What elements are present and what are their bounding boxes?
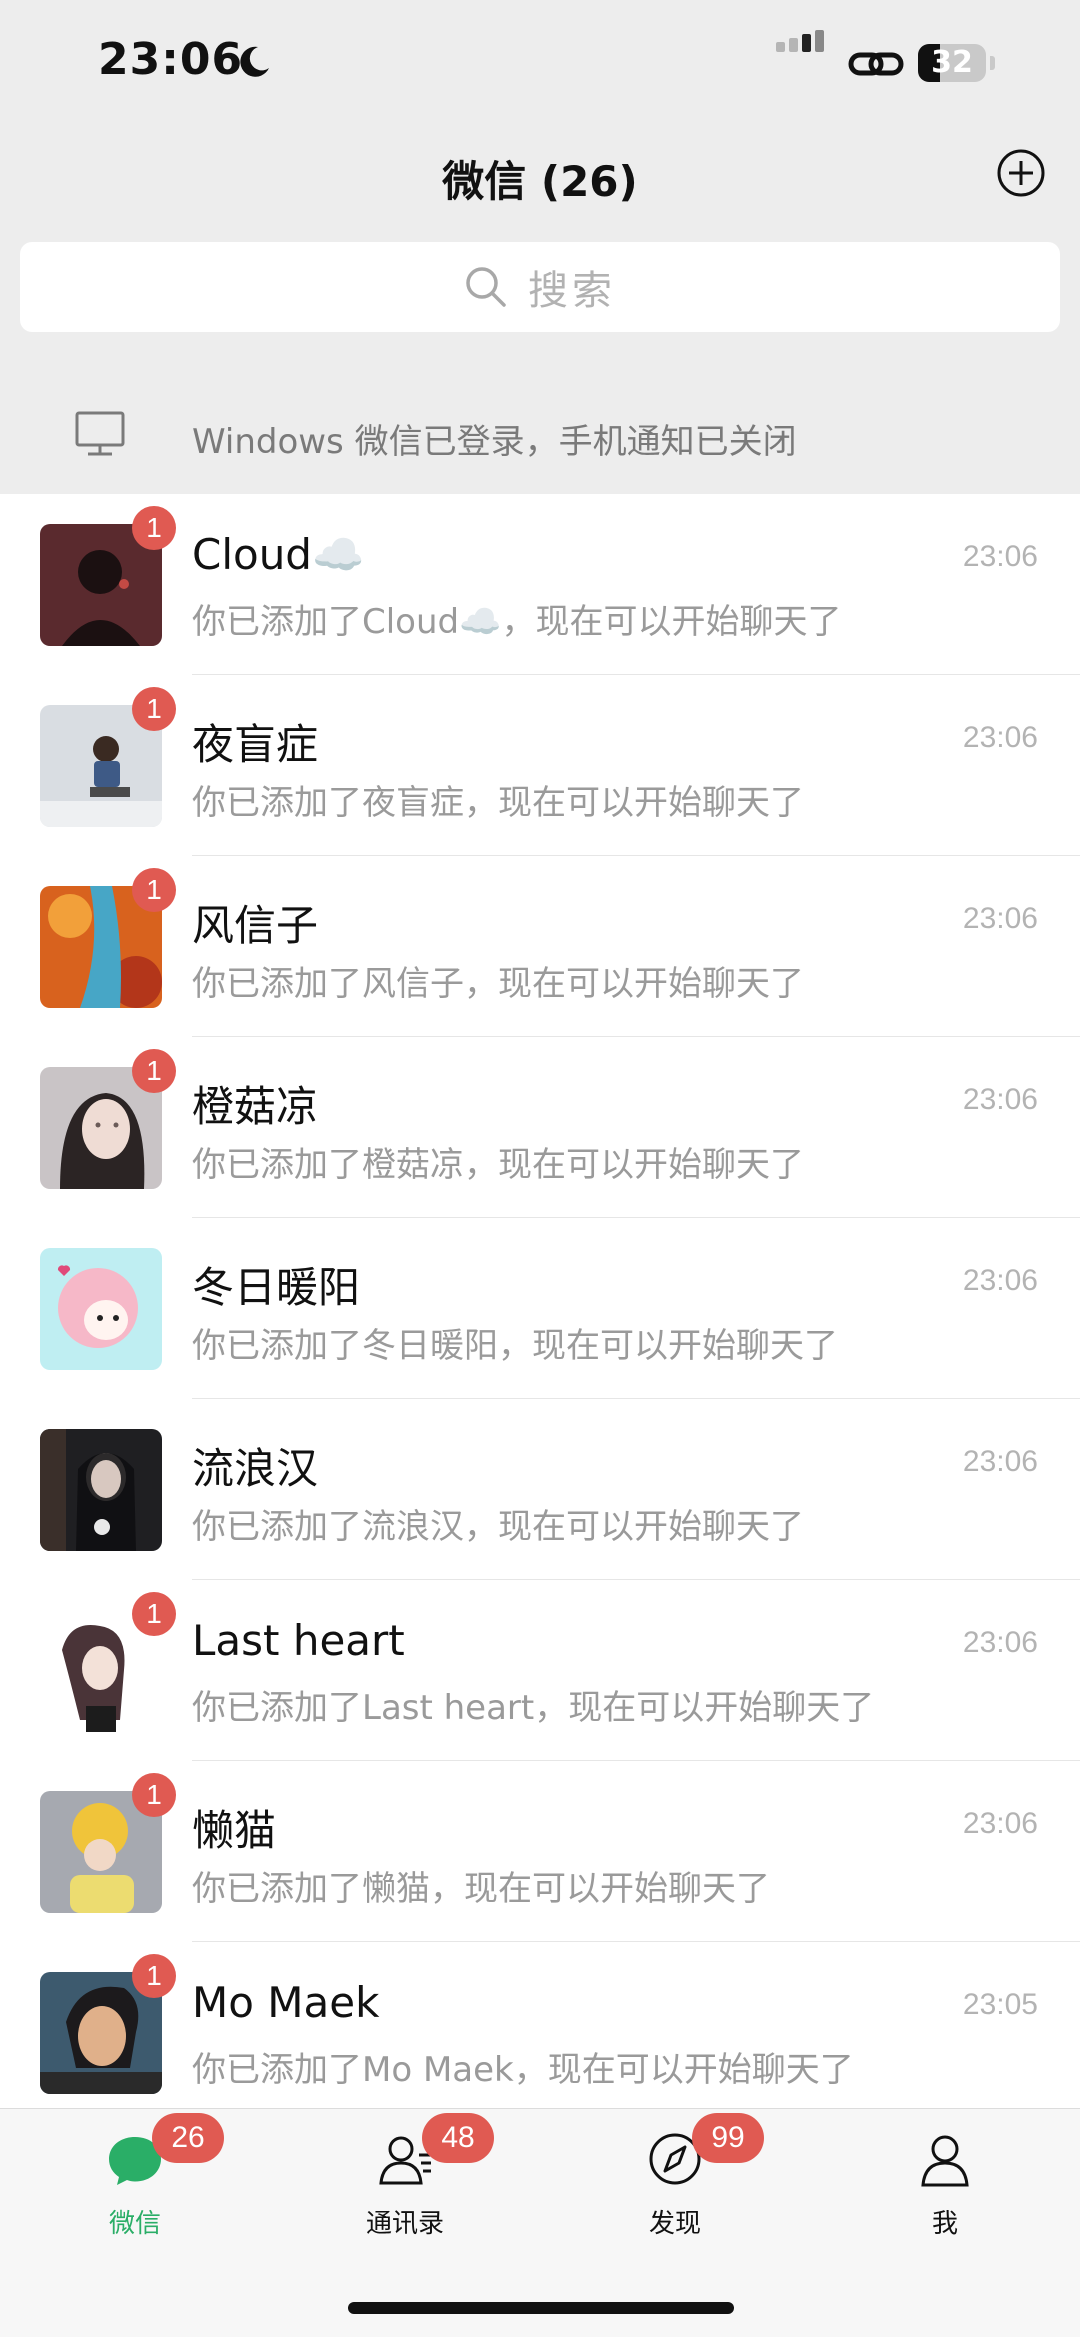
chat-row[interactable]: 1 Mo Maek 23:05 你已添加了Mo Maek，现在可以开始聊天了 [0,1942,1080,2108]
chat-time: 23:06 [962,721,1038,754]
chat-row[interactable]: 1 橙菇凉 23:06 你已添加了橙菇凉，现在可以开始聊天了 [0,1037,1080,1218]
chat-name: 冬日暖阳 [192,1263,361,1312]
tab-badge: 99 [692,2113,764,2163]
avatar[interactable] [40,1429,162,1551]
unread-badge: 1 [132,1049,176,1093]
person-icon [921,2135,969,2187]
chat-name: 风信子 [192,901,319,950]
search-bar[interactable]: 搜索 [20,242,1060,332]
chat-name: 流浪汉 [192,1444,319,1493]
chat-time: 23:06 [962,1445,1038,1478]
moon-icon [240,46,269,77]
chat-time: 23:06 [962,1807,1038,1840]
unread-badge: 1 [132,1773,176,1817]
search-icon [466,267,506,307]
chat-time: 23:06 [962,540,1038,573]
chat-time: 23:06 [962,902,1038,935]
nav-bar: 微信 (26) [0,130,1080,220]
chat-row[interactable]: 1 Last heart 23:06 你已添加了Last heart，现在可以开始聊天… [0,1580,1080,1761]
unread-badge: 1 [132,1592,176,1636]
avatar[interactable] [40,1248,162,1370]
add-plus-icon[interactable] [996,148,1046,198]
chat-name: Last heart [192,1616,405,1665]
status-time: 23:06 [98,34,244,85]
tab-label: 我 [931,2209,958,2239]
status-bar: 23:06 32 [0,0,1080,120]
chat-preview: 你已添加了冬日暖阳，现在可以开始聊天了 [192,1326,838,1366]
chat-name: 橙菇凉 [192,1082,319,1131]
avatar-image [40,1429,162,1551]
unread-badge: 1 [132,868,176,912]
chat-preview: 你已添加了Cloud☁️，现在可以开始聊天了 [192,602,842,642]
chat-time: 23:06 [962,1083,1038,1116]
chat-row[interactable]: 冬日暖阳 23:06 你已添加了冬日暖阳，现在可以开始聊天了 [0,1218,1080,1399]
chat-row[interactable]: 1 夜盲症 23:06 你已添加了夜盲症，现在可以开始聊天了 [0,675,1080,856]
chat-name: Mo Maek [192,1978,380,2027]
chat-row[interactable]: 1 Cloud☁️ 23:06 你已添加了Cloud☁️，现在可以开始聊天了 [0,494,1080,675]
personal-hotspot-icon [848,52,904,76]
chat-name: Cloud☁️ [192,530,365,579]
chat-preview: 你已添加了Mo Maek，现在可以开始聊天了 [192,2050,854,2090]
tab-label: 微信 [108,2209,161,2239]
chat-preview: 你已添加了夜盲症，现在可以开始聊天了 [192,783,804,823]
tab-badge: 26 [152,2113,224,2163]
chat-preview: 你已添加了橙菇凉，现在可以开始聊天了 [192,1145,804,1185]
chat-row[interactable]: 1 风信子 23:06 你已添加了风信子，现在可以开始聊天了 [0,856,1080,1037]
page-title: 微信 (26) [442,157,638,206]
login-notice-text: Windows 微信已登录，手机通知已关闭 [192,422,797,462]
battery-icon: 32 [918,44,986,82]
tab-contacts[interactable]: 通讯录 48 [270,2109,540,2249]
chat-time: 23:06 [962,1264,1038,1297]
unread-badge: 1 [132,687,176,731]
chat-preview: 你已添加了流浪汉，现在可以开始聊天了 [192,1507,804,1547]
chat-row[interactable]: 流浪汉 23:06 你已添加了流浪汉，现在可以开始聊天了 [0,1399,1080,1580]
battery-nub [990,56,995,70]
chat-preview: 你已添加了风信子，现在可以开始聊天了 [192,964,804,1004]
unread-badge: 1 [132,1954,176,1998]
desktop-login-notice[interactable]: Windows 微信已登录，手机通知已关闭 [0,380,1080,492]
chat-name: 懒猫 [192,1806,277,1855]
tab-chats[interactable]: 微信 26 [0,2109,270,2249]
search-placeholder: 搜索 [528,268,616,314]
chat-list: 1 Cloud☁️ 23:06 你已添加了Cloud☁️，现在可以开始聊天了 1 夜盲症 2… [0,494,1080,2108]
tab-badge: 48 [422,2113,494,2163]
avatar-image [40,1248,162,1370]
battery-level: 32 [931,45,973,80]
monitor-icon [75,411,125,456]
chat-time: 23:06 [962,1626,1038,1659]
chat-row[interactable]: 1 懒猫 23:06 你已添加了懒猫，现在可以开始聊天了 [0,1761,1080,1942]
tab-label: 通讯录 [365,2209,444,2239]
chat-time: 23:05 [962,1988,1038,2021]
home-indicator [348,2302,734,2314]
tab-me[interactable]: 我 [810,2109,1080,2249]
tab-label: 发现 [648,2209,701,2239]
chat-preview: 你已添加了懒猫，现在可以开始聊天了 [192,1869,770,1909]
unread-badge: 1 [132,506,176,550]
tab-discover[interactable]: 发现 99 [540,2109,810,2249]
chat-preview: 你已添加了Last heart，现在可以开始聊天了 [192,1688,875,1728]
chat-name: 夜盲症 [192,720,319,769]
